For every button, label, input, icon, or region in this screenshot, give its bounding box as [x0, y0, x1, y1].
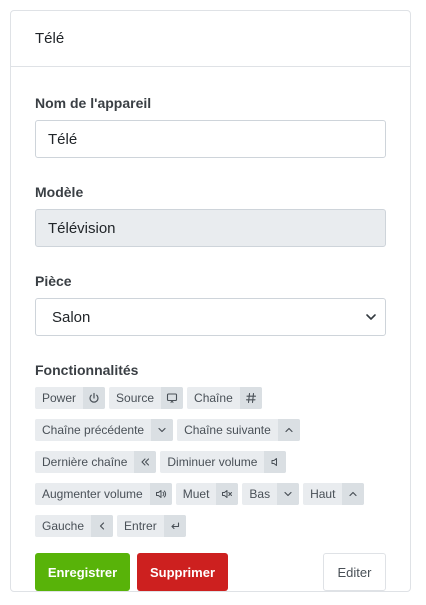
feature-label: Chaîne suivante [184, 423, 271, 437]
feature-label: Chaîne [194, 391, 233, 405]
features-label: Fonctionnalités [35, 362, 139, 378]
room-select[interactable]: Salon [35, 298, 386, 336]
feature-tag[interactable]: Chaîne précédente [35, 419, 174, 441]
feature-tag[interactable]: Entrer [117, 515, 186, 537]
volume-high-icon [149, 483, 172, 505]
chevron-up-icon [277, 419, 300, 441]
room-value: Salon [52, 308, 91, 326]
feature-label: Source [116, 391, 155, 405]
feature-label: Power [42, 391, 77, 405]
feature-tag[interactable]: Source [109, 387, 184, 409]
chevron-down-icon [151, 419, 174, 441]
card-header: Télé [11, 11, 410, 67]
edit-button[interactable]: Editer [323, 553, 386, 591]
volume-low-icon [264, 451, 287, 473]
chevrons-left-icon [134, 451, 157, 473]
feature-tag[interactable]: Bas [242, 483, 300, 505]
page-title: Télé [35, 30, 65, 47]
model-label: Modèle [35, 184, 84, 200]
chevron-down-icon [365, 311, 377, 323]
feature-tag[interactable]: Chaîne suivante [177, 419, 300, 441]
device-form: Nom de l'appareil Télé Modèle Télévision… [11, 67, 410, 591]
feature-tag[interactable]: Power [35, 387, 106, 409]
room-label: Pièce [35, 273, 72, 289]
feature-label: Chaîne précédente [42, 423, 145, 437]
feature-tag[interactable]: Gauche [35, 515, 114, 537]
name-label: Nom de l'appareil [35, 95, 152, 111]
feature-label: Bas [249, 487, 271, 501]
feature-tag[interactable]: Dernière chaîne [35, 451, 157, 473]
delete-button[interactable]: Supprimer [137, 553, 228, 591]
feature-tag[interactable]: Muet [175, 483, 239, 505]
feature-label: Entrer [124, 519, 157, 533]
feature-label: Haut [310, 487, 336, 501]
enter-icon [163, 515, 186, 537]
model-value: Télévision [48, 219, 116, 237]
device-name-value: Télé [48, 130, 78, 148]
power-icon [83, 387, 106, 409]
feature-label: Gauche [42, 519, 85, 533]
model-field: Télévision [35, 209, 386, 247]
chevron-left-icon [91, 515, 114, 537]
chevron-down-icon [277, 483, 300, 505]
device-name-input[interactable]: Télé [35, 120, 386, 158]
feature-tag[interactable]: Haut [303, 483, 365, 505]
feature-label: Augmenter volume [42, 487, 143, 501]
feature-tag[interactable]: Diminuer volume [160, 451, 287, 473]
features-list: Power Source Chaîne Chaîne précédente Chaîne… [35, 387, 390, 537]
device-card: Télé Nom de l'appareil Télé Modèle Télév… [10, 10, 411, 592]
chevron-up-icon [342, 483, 365, 505]
feature-tag[interactable]: Chaîne [187, 387, 262, 409]
cast-icon [161, 387, 184, 409]
hash-icon [239, 387, 262, 409]
save-button[interactable]: Enregistrer [35, 553, 130, 591]
feature-label: Dernière chaîne [42, 455, 128, 469]
action-bar: Enregistrer Supprimer Editer [35, 553, 386, 591]
feature-label: Muet [182, 487, 210, 501]
feature-tag[interactable]: Augmenter volume [35, 483, 172, 505]
feature-label: Diminuer volume [167, 455, 258, 469]
volume-mute-icon [216, 483, 239, 505]
